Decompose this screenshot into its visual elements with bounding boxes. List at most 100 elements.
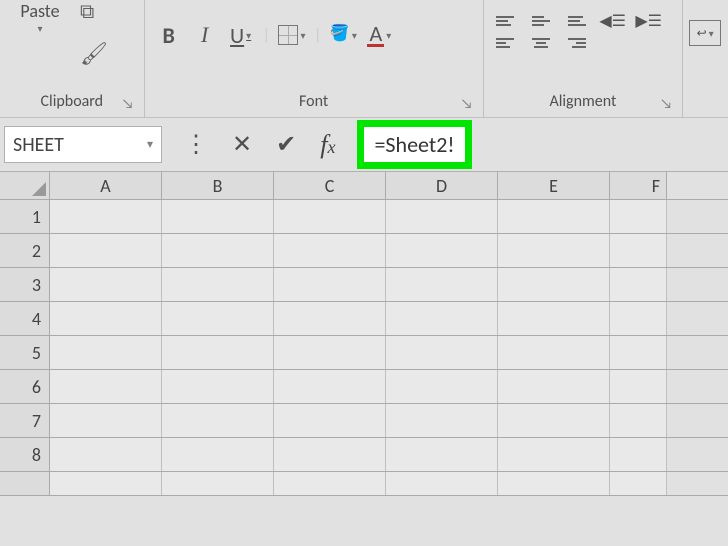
cell-F7[interactable] [610, 404, 667, 437]
paste-button[interactable]: Paste ▾ [10, 0, 70, 35]
underline-dropdown-icon[interactable]: ▾ [246, 29, 251, 42]
cell-B5[interactable] [162, 336, 274, 369]
cell-B9[interactable] [162, 472, 274, 495]
cell-D6[interactable] [386, 370, 498, 403]
align-bottom-button[interactable] [562, 10, 592, 32]
cell-C3[interactable] [274, 268, 386, 301]
cell-D5[interactable] [386, 336, 498, 369]
row-header-7[interactable]: 7 [0, 404, 50, 437]
copy-icon[interactable]: ⧉ [80, 0, 94, 24]
font-dialog-launcher[interactable]: ↘ [461, 95, 473, 107]
cell-B1[interactable] [162, 200, 274, 233]
cell-A8[interactable] [50, 438, 162, 471]
clipboard-dialog-launcher[interactable]: ↘ [122, 95, 134, 107]
cell-D8[interactable] [386, 438, 498, 471]
align-right-button[interactable] [562, 32, 592, 54]
borders-button[interactable]: ▾ [278, 20, 306, 50]
cell-B4[interactable] [162, 302, 274, 335]
cell-E2[interactable] [498, 234, 610, 267]
paste-dropdown-icon[interactable]: ▾ [10, 22, 70, 35]
name-box[interactable]: SHEET ▾ [4, 126, 162, 163]
cell-F2[interactable] [610, 234, 667, 267]
row-header-1[interactable]: 1 [0, 200, 50, 233]
cell-C5[interactable] [274, 336, 386, 369]
row-header-5[interactable]: 5 [0, 336, 50, 369]
increase-indent-button[interactable]: ▶☰ [634, 10, 664, 32]
fill-color-button[interactable]: ▾ [329, 20, 357, 50]
row-header-9[interactable] [0, 472, 50, 495]
formula-input[interactable]: =Sheet2! [357, 120, 471, 169]
wrap-text-button[interactable]: ↩▾ [689, 20, 721, 46]
name-box-dropdown-icon[interactable]: ▾ [147, 137, 153, 152]
cell-E6[interactable] [498, 370, 610, 403]
cell-C1[interactable] [274, 200, 386, 233]
cell-A1[interactable] [50, 200, 162, 233]
row-header-2[interactable]: 2 [0, 234, 50, 267]
underline-button[interactable]: U ▾ [227, 20, 255, 50]
cell-B7[interactable] [162, 404, 274, 437]
align-left-button[interactable] [490, 32, 520, 54]
cell-A9[interactable] [50, 472, 162, 495]
row-header-4[interactable]: 4 [0, 302, 50, 335]
cell-C8[interactable] [274, 438, 386, 471]
cell-A7[interactable] [50, 404, 162, 437]
cell-A3[interactable] [50, 268, 162, 301]
format-painter-icon[interactable]: 🖌 [80, 40, 108, 67]
cell-B2[interactable] [162, 234, 274, 267]
cell-D9[interactable] [386, 472, 498, 495]
cell-B8[interactable] [162, 438, 274, 471]
row-header-6[interactable]: 6 [0, 370, 50, 403]
cell-F4[interactable] [610, 302, 667, 335]
font-color-button[interactable]: A ▾ [365, 20, 393, 50]
cell-D3[interactable] [386, 268, 498, 301]
cell-C7[interactable] [274, 404, 386, 437]
enter-icon[interactable]: ✔ [276, 130, 296, 159]
align-middle-button[interactable] [526, 10, 556, 32]
cell-C2[interactable] [274, 234, 386, 267]
cell-D4[interactable] [386, 302, 498, 335]
cell-A5[interactable] [50, 336, 162, 369]
alignment-dialog-launcher[interactable]: ↘ [660, 95, 672, 107]
fill-dropdown-icon[interactable]: ▾ [352, 29, 357, 42]
cell-C6[interactable] [274, 370, 386, 403]
cell-E8[interactable] [498, 438, 610, 471]
font-color-dropdown-icon[interactable]: ▾ [386, 29, 391, 42]
cell-A6[interactable] [50, 370, 162, 403]
cell-E4[interactable] [498, 302, 610, 335]
cell-C4[interactable] [274, 302, 386, 335]
cell-E7[interactable] [498, 404, 610, 437]
cell-E9[interactable] [498, 472, 610, 495]
formula-more-icon[interactable]: ⋮ [184, 130, 208, 159]
borders-dropdown-icon[interactable]: ▾ [300, 29, 305, 42]
col-header-E[interactable]: E [498, 172, 610, 199]
cell-D1[interactable] [386, 200, 498, 233]
col-header-F[interactable]: F [610, 172, 667, 199]
cell-F5[interactable] [610, 336, 667, 369]
cell-B6[interactable] [162, 370, 274, 403]
cell-E3[interactable] [498, 268, 610, 301]
bold-button[interactable]: B [155, 20, 183, 50]
col-header-D[interactable]: D [386, 172, 498, 199]
cell-D2[interactable] [386, 234, 498, 267]
cell-A2[interactable] [50, 234, 162, 267]
decrease-indent-button[interactable]: ◀☰ [598, 10, 628, 32]
align-center-button[interactable] [526, 32, 556, 54]
cell-C9[interactable] [274, 472, 386, 495]
cell-D7[interactable] [386, 404, 498, 437]
italic-button[interactable]: I [191, 20, 219, 50]
cell-F6[interactable] [610, 370, 667, 403]
cell-F1[interactable] [610, 200, 667, 233]
fx-icon[interactable]: fx [320, 130, 335, 160]
col-header-C[interactable]: C [274, 172, 386, 199]
cell-F8[interactable] [610, 438, 667, 471]
cell-E5[interactable] [498, 336, 610, 369]
select-all-corner[interactable] [0, 172, 50, 199]
cell-F3[interactable] [610, 268, 667, 301]
cell-A4[interactable] [50, 302, 162, 335]
row-header-3[interactable]: 3 [0, 268, 50, 301]
row-header-8[interactable]: 8 [0, 438, 50, 471]
cancel-icon[interactable]: ✕ [232, 130, 252, 159]
cell-B3[interactable] [162, 268, 274, 301]
formula-input-area[interactable]: =Sheet2! [357, 126, 728, 163]
col-header-B[interactable]: B [162, 172, 274, 199]
